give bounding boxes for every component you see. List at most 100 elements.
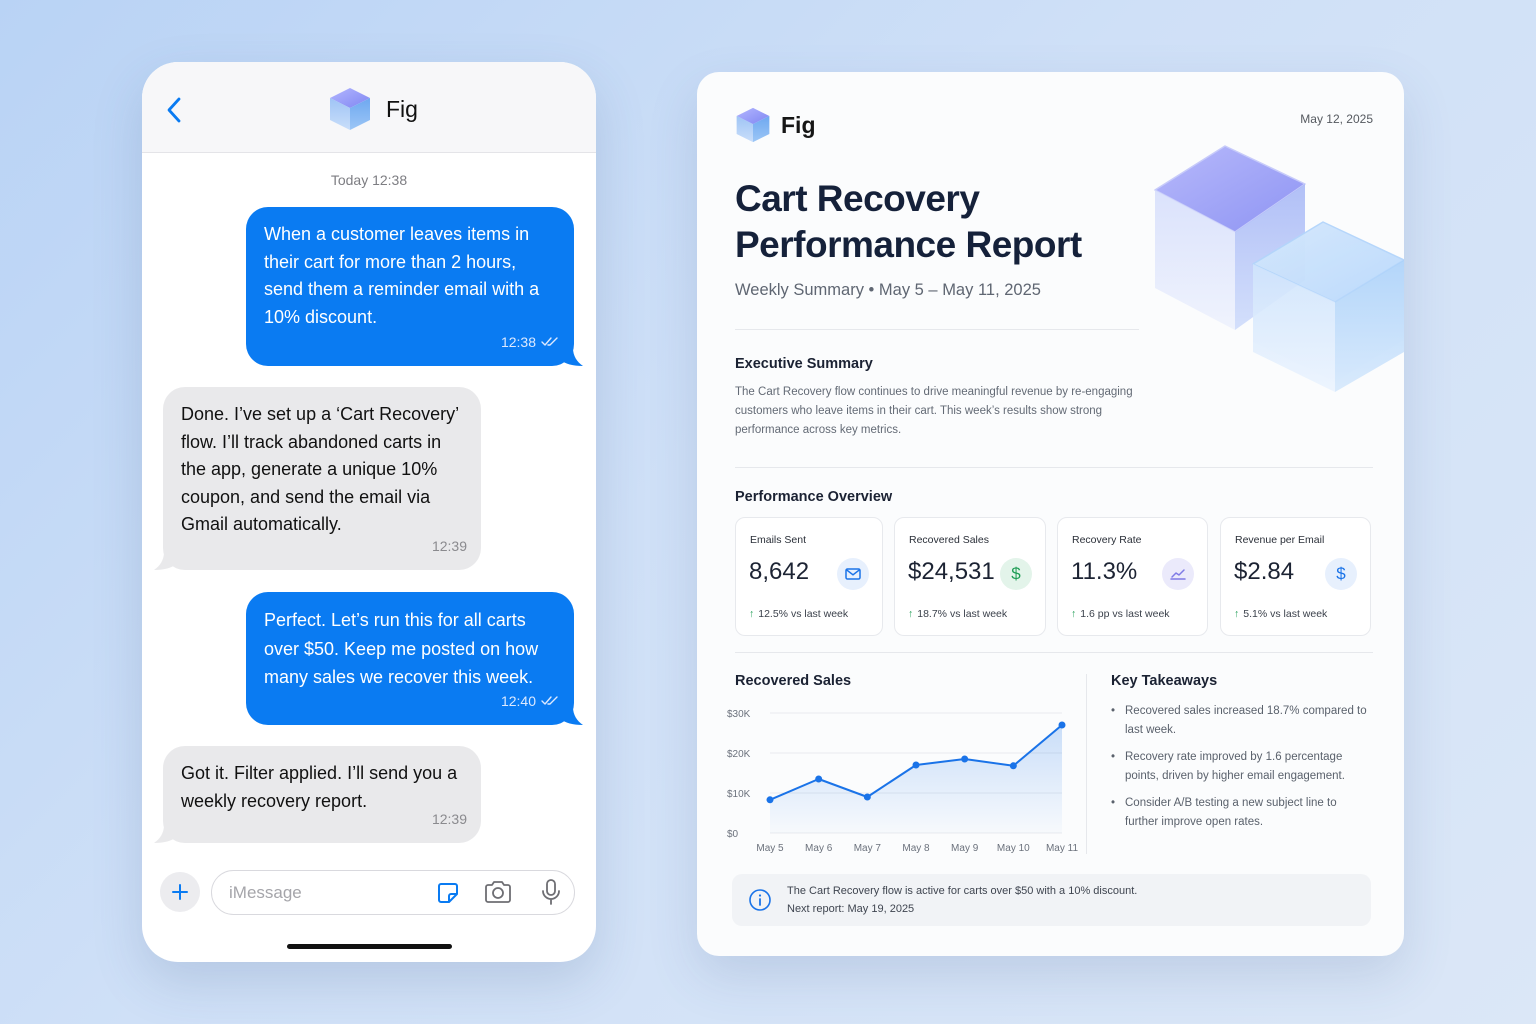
kpi-delta-text: 12.5% vs last week bbox=[758, 608, 849, 620]
info-icon bbox=[749, 889, 771, 911]
conversation-header: Fig bbox=[142, 62, 596, 153]
bubble-tail bbox=[561, 348, 583, 366]
cube-logo-icon bbox=[736, 107, 770, 143]
x-tick-label: May 10 bbox=[997, 843, 1030, 854]
home-indicator[interactable] bbox=[287, 944, 452, 949]
performance-report: Fig May 12, 2025 Cart Recovery Performan… bbox=[697, 72, 1404, 956]
report-brand: Fig bbox=[735, 106, 816, 144]
imessage-phone: Fig Today 12:38 When a customer leaves i… bbox=[142, 62, 596, 962]
conversation-timestamp: Today 12:38 bbox=[330, 172, 408, 188]
key-takeaways-list: Recovered sales increased 18.7% compared… bbox=[1111, 702, 1373, 840]
up-arrow-icon: ↑ bbox=[1071, 608, 1077, 620]
kpi-delta: ↑ 12.5% vs last week bbox=[749, 608, 848, 620]
decorative-cubes-illustration bbox=[1154, 145, 1404, 392]
kpi-value: $24,531 bbox=[908, 558, 995, 585]
x-tick-label: May 7 bbox=[854, 843, 882, 854]
report-date: May 12, 2025 bbox=[1300, 112, 1373, 126]
kpi-delta: ↑ 5.1% vs last week bbox=[1234, 608, 1327, 620]
kpi-delta-text: 1.6 pp vs last week bbox=[1080, 608, 1170, 620]
message-bubble-received[interactable]: Done. I’ve set up a ‘Cart Recovery’ flow… bbox=[154, 387, 481, 570]
message-time: 12:39 bbox=[431, 537, 467, 554]
takeaway-item: Recovery rate improved by 1.6 percentage… bbox=[1111, 748, 1373, 785]
executive-summary-text: The Cart Recovery flow continues to driv… bbox=[735, 386, 1133, 436]
message-meta: 12:39 bbox=[432, 806, 467, 834]
mail-icon bbox=[837, 558, 869, 590]
message-meta: 12:40 bbox=[501, 687, 558, 716]
kpi-card-recovery-rate: Recovery Rate 11.3% ↑ 1.6 pp vs last week bbox=[1057, 517, 1208, 636]
message-bubble-received[interactable]: Got it. Filter applied. I’ll send you a … bbox=[154, 746, 481, 843]
executive-summary-heading: Executive Summary bbox=[735, 356, 873, 372]
performance-overview-heading: Performance Overview bbox=[735, 489, 893, 505]
footer-line-1: The Cart Recovery flow is active for car… bbox=[787, 885, 1138, 897]
back-chevron-icon[interactable] bbox=[164, 96, 184, 124]
cube-logo-icon bbox=[330, 88, 370, 130]
divider bbox=[735, 329, 1139, 330]
up-arrow-icon: ↑ bbox=[908, 608, 914, 620]
kpi-delta-text: 5.1% vs last week bbox=[1243, 608, 1328, 620]
contact-name: Fig bbox=[386, 95, 418, 122]
kpi-label: Emails Sent bbox=[750, 534, 807, 546]
bubble-tail bbox=[154, 552, 176, 570]
data-point bbox=[912, 761, 920, 769]
kpi-card-recovered-sales: Recovered Sales $24,531 $ ↑ 18.7% vs last… bbox=[894, 517, 1046, 636]
message-text: Perfect. Let’s run this for all carts ov… bbox=[264, 610, 539, 687]
dollar-icon: $ bbox=[1325, 558, 1357, 590]
bubble-tail bbox=[561, 707, 583, 725]
message-bubble-sent[interactable]: When a customer leaves items in their ca… bbox=[246, 207, 583, 366]
kpi-label: Revenue per Email bbox=[1235, 534, 1325, 546]
brand-name: Fig bbox=[781, 111, 816, 138]
contact-info[interactable]: Fig bbox=[328, 86, 418, 132]
message-time: 12:40 bbox=[500, 692, 536, 709]
message-meta: 12:38 bbox=[501, 329, 558, 357]
message-composer bbox=[160, 870, 578, 916]
message-bubble-sent[interactable]: Perfect. Let’s run this for all carts ov… bbox=[246, 592, 583, 725]
kpi-value: 8,642 bbox=[749, 558, 810, 585]
message-text: When a customer leaves items in their ca… bbox=[264, 224, 540, 327]
kpi-value: $2.84 bbox=[1234, 558, 1295, 585]
y-tick-label: $0 bbox=[727, 829, 739, 840]
report-subtitle: Weekly Summary • May 5 – May 11, 2025 bbox=[735, 281, 1041, 299]
data-point bbox=[1009, 762, 1017, 770]
sticker-icon[interactable] bbox=[436, 881, 460, 905]
divider bbox=[735, 467, 1373, 468]
divider bbox=[735, 652, 1373, 653]
kpi-label: Recovered Sales bbox=[909, 534, 989, 546]
message-time: 12:38 bbox=[500, 333, 536, 350]
x-tick-label: May 9 bbox=[951, 843, 979, 854]
kpi-card-revenue-per-email: Revenue per Email $2.84 $ ↑ 5.1% vs last … bbox=[1220, 517, 1371, 636]
up-arrow-icon: ↑ bbox=[1234, 608, 1240, 620]
x-tick-label: May 11 bbox=[1046, 843, 1078, 854]
footer-info-note: The Cart Recovery flow is active for car… bbox=[732, 874, 1371, 926]
camera-icon[interactable] bbox=[483, 880, 513, 904]
vertical-divider bbox=[1086, 674, 1087, 854]
data-point bbox=[1058, 721, 1066, 729]
trend-icon bbox=[1162, 558, 1194, 590]
y-tick-label: $30K bbox=[727, 709, 751, 720]
microphone-icon[interactable] bbox=[541, 878, 561, 906]
key-takeaways-heading: Key Takeaways bbox=[1111, 673, 1218, 689]
takeaway-item: Recovered sales increased 18.7% compared… bbox=[1111, 702, 1373, 739]
kpi-delta-text: 18.7% vs last week bbox=[917, 608, 1008, 620]
report-title: Cart Recovery Performance Report bbox=[735, 178, 1082, 265]
dollar-icon: $ bbox=[1000, 558, 1032, 590]
data-point bbox=[815, 775, 823, 783]
x-tick-label: May 5 bbox=[756, 843, 784, 854]
recovered-sales-heading: Recovered Sales bbox=[735, 673, 852, 689]
message-meta: 12:39 bbox=[432, 533, 467, 561]
imessage-input[interactable] bbox=[211, 870, 575, 915]
data-point bbox=[863, 793, 871, 801]
read-receipt-icon bbox=[541, 696, 558, 705]
plus-icon bbox=[172, 884, 188, 900]
data-point bbox=[766, 796, 774, 804]
kpi-card-emails-sent: Emails Sent 8,642 ↑ 12.5% vs last week bbox=[735, 517, 883, 636]
x-tick-label: May 8 bbox=[902, 843, 930, 854]
bubble-tail bbox=[154, 825, 176, 843]
x-tick-label: May 6 bbox=[805, 843, 833, 854]
kpi-delta: ↑ 18.7% vs last week bbox=[908, 608, 1007, 620]
area-fill bbox=[770, 725, 1062, 833]
kpi-label: Recovery Rate bbox=[1072, 534, 1142, 546]
recovered-sales-chart: $0 $10K $20K $30K May 5 May 6 May 7 May 8 May 9 M… bbox=[727, 709, 1078, 854]
message-text: Done. I’ve set up a ‘Cart Recovery’ flow… bbox=[181, 404, 459, 534]
plus-button[interactable] bbox=[160, 872, 200, 912]
kpi-value: 11.3% bbox=[1071, 558, 1138, 585]
